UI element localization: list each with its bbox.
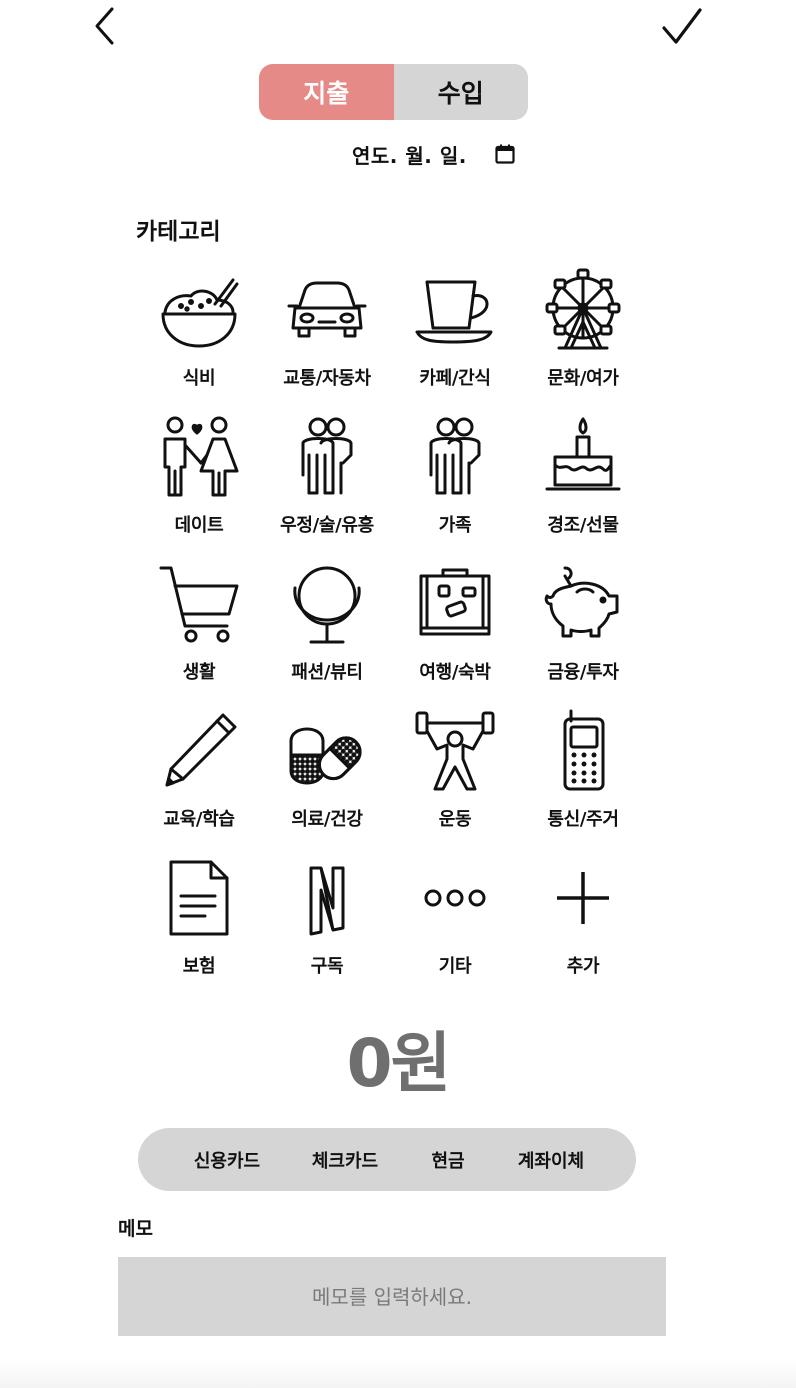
pill-icon xyxy=(285,709,369,793)
payment-cash[interactable]: 현금 xyxy=(408,1128,488,1191)
confirm-button[interactable] xyxy=(658,4,706,48)
category-label: 구독 xyxy=(310,956,344,977)
tab-income[interactable]: 수입 xyxy=(393,64,528,120)
date-picker[interactable]: 연도. 월. 일. xyxy=(352,140,516,168)
category-label: 의료/건강 xyxy=(291,809,363,830)
category-exercise[interactable]: 운동 xyxy=(390,709,520,849)
category-telecom[interactable]: 통신/주거 xyxy=(518,709,648,849)
category-cafe[interactable]: 카페/간식 xyxy=(390,268,520,408)
payment-credit-card[interactable]: 신용카드 xyxy=(172,1128,282,1191)
friends-icon xyxy=(285,415,369,499)
amount-display[interactable]: 0원 xyxy=(0,1010,796,1106)
category-culture[interactable]: 문화/여가 xyxy=(518,268,648,408)
family-icon xyxy=(413,415,497,499)
weightlifter-icon xyxy=(413,709,497,793)
document-icon xyxy=(157,856,241,940)
category-label: 교육/학습 xyxy=(163,809,235,830)
category-other[interactable]: 기타 xyxy=(390,856,520,996)
piggy-bank-icon xyxy=(541,562,625,646)
chevron-left-icon xyxy=(95,7,114,45)
pencil-icon xyxy=(157,709,241,793)
category-food[interactable]: 식비 xyxy=(134,268,264,408)
category-label: 여행/숙박 xyxy=(419,662,491,683)
check-icon xyxy=(662,8,702,44)
memo-label: 메모 xyxy=(118,1218,153,1240)
category-transport[interactable]: 교통/자동차 xyxy=(262,268,392,408)
category-add[interactable]: 추가 xyxy=(518,856,648,996)
ferris-wheel-icon xyxy=(541,268,625,352)
back-button[interactable] xyxy=(86,4,122,48)
category-label: 교통/자동차 xyxy=(283,368,371,389)
tab-expense[interactable]: 지출 xyxy=(259,64,394,120)
category-label: 생활 xyxy=(182,662,216,683)
memo-input[interactable] xyxy=(118,1257,666,1336)
suitcase-icon xyxy=(413,562,497,646)
category-subscription[interactable]: 구독 xyxy=(262,856,392,996)
car-icon xyxy=(285,268,369,352)
category-label: 우정/술/유흥 xyxy=(280,515,374,536)
category-label: 보험 xyxy=(182,956,216,977)
category-medical[interactable]: 의료/건강 xyxy=(262,709,392,849)
date-text[interactable]: 연도. 월. 일. xyxy=(352,140,467,169)
category-label: 통신/주거 xyxy=(547,809,619,830)
payment-method-bar: 신용카드 체크카드 현금 계좌이체 xyxy=(138,1128,636,1191)
calendar-icon[interactable] xyxy=(494,143,516,165)
rice-bowl-icon xyxy=(157,268,241,352)
payment-check-card[interactable]: 체크카드 xyxy=(290,1128,400,1191)
cake-icon xyxy=(541,415,625,499)
category-label: 카페/간식 xyxy=(419,368,491,389)
category-friends[interactable]: 우정/술/유흥 xyxy=(262,415,392,555)
category-label: 문화/여가 xyxy=(547,368,619,389)
category-label: 가족 xyxy=(438,515,472,536)
category-gift[interactable]: 경조/선물 xyxy=(518,415,648,555)
category-label: 운동 xyxy=(438,809,472,830)
mirror-icon xyxy=(285,562,369,646)
category-fashion[interactable]: 패션/뷰티 xyxy=(262,562,392,702)
type-toggle: 지출 수입 xyxy=(259,64,528,120)
category-education[interactable]: 교육/학습 xyxy=(134,709,264,849)
couple-icon xyxy=(157,415,241,499)
category-living[interactable]: 생활 xyxy=(134,562,264,702)
more-icon xyxy=(413,856,497,940)
category-label: 추가 xyxy=(566,956,600,977)
category-label: 금융/투자 xyxy=(547,662,619,683)
plus-icon xyxy=(541,856,625,940)
category-family[interactable]: 가족 xyxy=(390,415,520,555)
category-insurance[interactable]: 보험 xyxy=(134,856,264,996)
category-title: 카테고리 xyxy=(136,219,221,245)
category-date[interactable]: 데이트 xyxy=(134,415,264,555)
category-label: 기타 xyxy=(438,956,472,977)
bottom-shadow xyxy=(0,1360,796,1388)
mobile-phone-icon xyxy=(541,709,625,793)
category-label: 패션/뷰티 xyxy=(291,662,363,683)
category-label: 경조/선물 xyxy=(547,515,619,536)
coffee-cup-icon xyxy=(413,268,497,352)
shopping-cart-icon xyxy=(157,562,241,646)
netflix-icon xyxy=(285,856,369,940)
category-travel[interactable]: 여행/숙박 xyxy=(390,562,520,702)
category-label: 식비 xyxy=(182,368,216,389)
payment-bank-transfer[interactable]: 계좌이체 xyxy=(498,1128,604,1191)
category-finance[interactable]: 금융/투자 xyxy=(518,562,648,702)
category-label: 데이트 xyxy=(174,515,224,536)
